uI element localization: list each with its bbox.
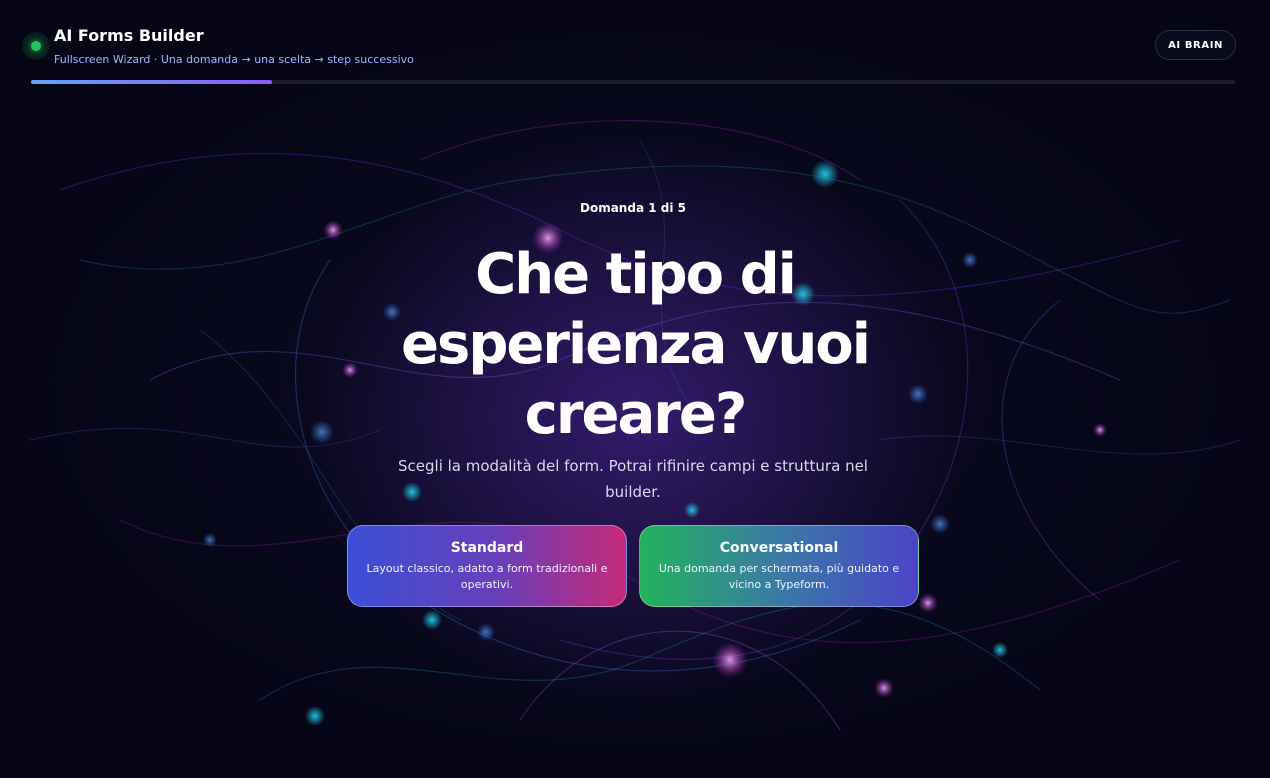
step-counter: Domanda 1 di 5 xyxy=(580,201,686,215)
question-title: Che tipo di esperienza vuoi creare? xyxy=(401,242,871,447)
option-title: Conversational xyxy=(719,540,839,556)
wizard-screen: AI Forms Builder Fullscreen Wizard · Una… xyxy=(0,0,1270,778)
option-conversational-button[interactable]: Conversational Una domanda per schermata… xyxy=(639,525,919,607)
option-description: Una domanda per schermata, più guidato e… xyxy=(658,562,900,591)
option-description: Layout classico, adatto a form tradizion… xyxy=(366,562,608,591)
option-title: Standard xyxy=(450,540,524,556)
question-panel: Domanda 1 di 5 Che tipo di esperienza vu… xyxy=(0,0,1270,778)
option-standard-button[interactable]: Standard Layout classico, adatto a form … xyxy=(347,525,627,607)
question-description: Scegli la modalità del form. Potrai rifi… xyxy=(398,457,868,501)
